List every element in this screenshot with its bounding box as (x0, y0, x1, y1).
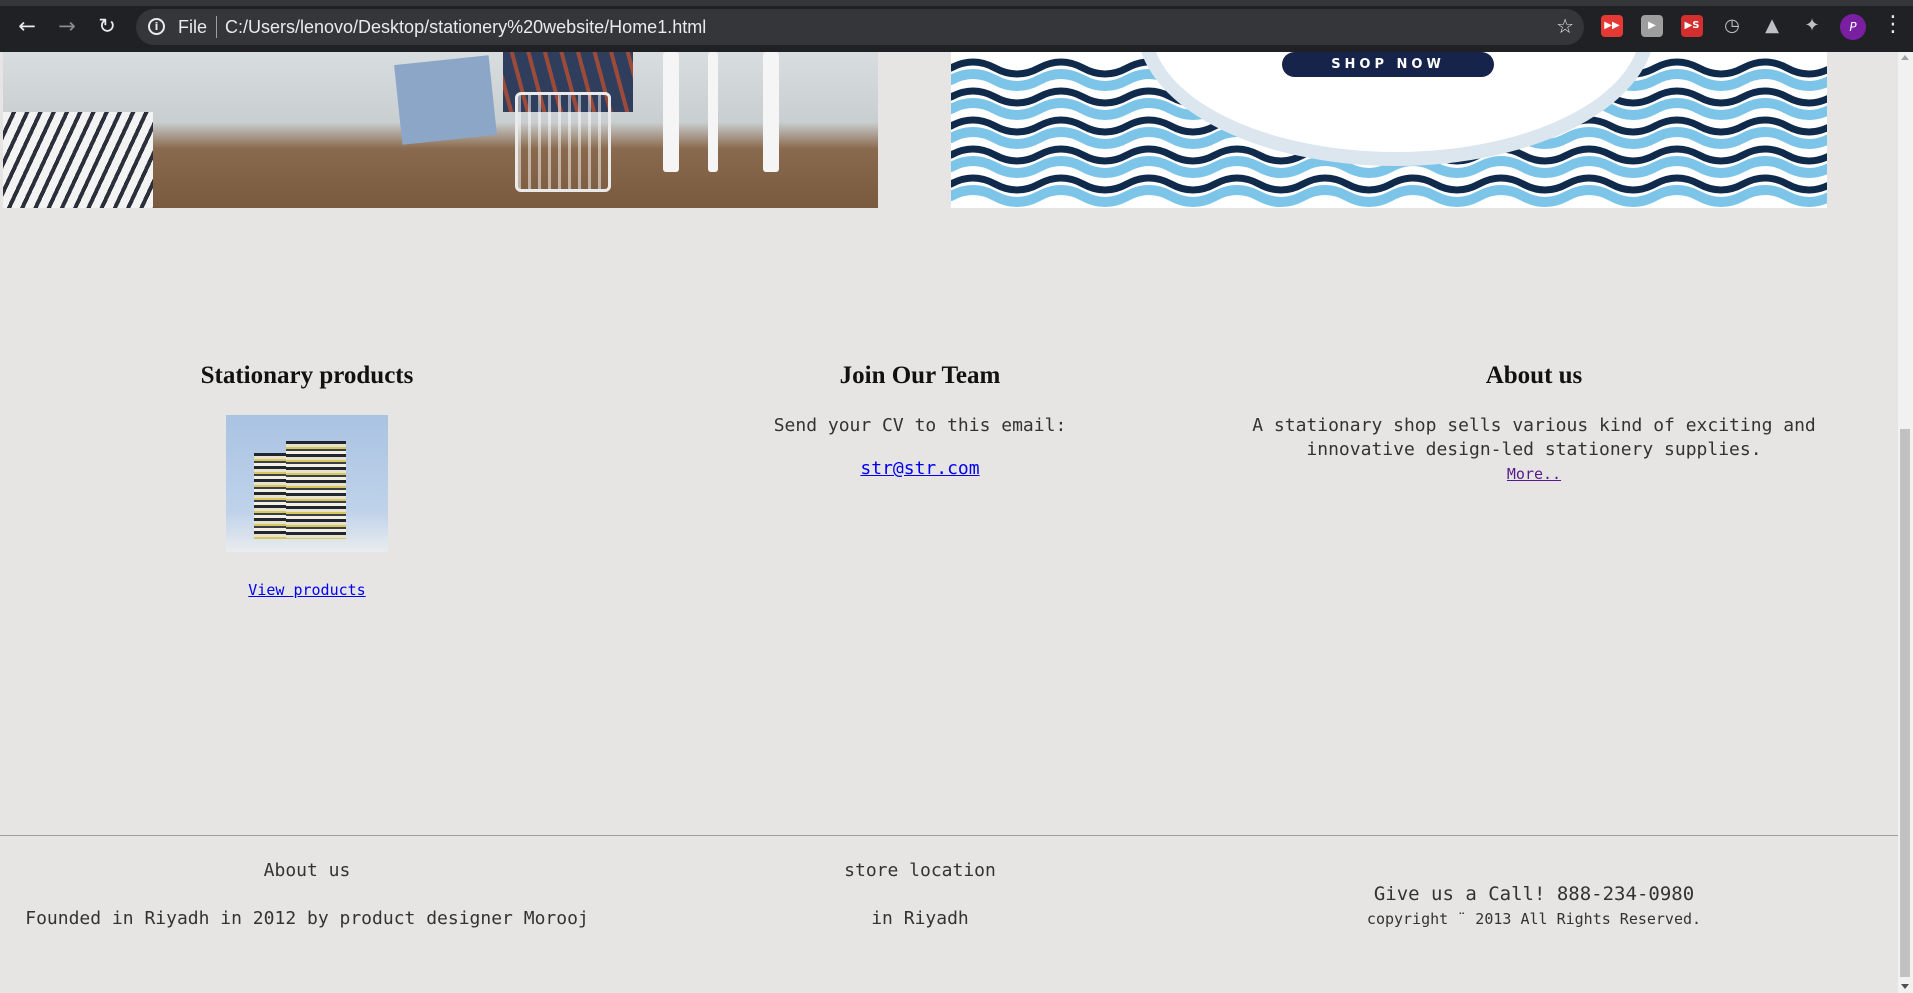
vertical-scrollbar[interactable] (1898, 52, 1913, 993)
more-link[interactable]: More.. (1434, 465, 1634, 483)
footer-about-text: Founded in Riyadh in 2012 by product des… (25, 908, 589, 929)
footer-call: Give us a Call! 888-234-0980 (1373, 883, 1695, 905)
extension-s-icon[interactable]: ▶S (1681, 15, 1703, 37)
notebook-stack (286, 441, 346, 539)
reload-icon[interactable]: ↻ (94, 13, 120, 39)
scroll-up-arrow-icon[interactable] (1901, 55, 1909, 60)
stool-leg (663, 52, 679, 172)
footer-location-text: in Riyadh (871, 908, 969, 929)
page-content: SHOP NOW Stationary products View produc… (0, 52, 1898, 993)
browser-toolbar: ← → ↻ i File C:/Users/lenovo/Desktop/sta… (0, 0, 1913, 52)
tab-strip-edge (0, 0, 1913, 6)
scroll-down-arrow-icon[interactable] (1901, 984, 1909, 989)
url-scheme: File (178, 17, 208, 37)
email-link[interactable]: str@str.com (820, 458, 1020, 479)
footer-copyright: copyright ¨ 2013 All Rights Reserved. (1366, 910, 1702, 928)
team-text: Send your CV to this email: (773, 415, 1067, 436)
about-text-line2: innovative design-led stationery supplie… (1306, 439, 1762, 460)
footer-divider (0, 835, 1898, 836)
view-products-link[interactable]: View products (207, 581, 407, 599)
extension-speed-icon[interactable]: ◷ (1721, 15, 1743, 37)
menu-dots-icon[interactable]: ⋮ (1882, 12, 1904, 37)
stool-leg (708, 52, 718, 172)
about-text-line1: A stationary shop sells various kind of … (1252, 415, 1816, 436)
footer-location-heading: store location (844, 860, 996, 881)
profile-avatar[interactable]: P (1840, 14, 1866, 40)
extension-video-icon[interactable]: ▶ (1641, 15, 1663, 37)
extensions-puzzle-icon[interactable]: ✦ (1801, 15, 1823, 37)
notebook-card (394, 55, 497, 145)
wire-pen-cup (515, 92, 611, 192)
shop-now-button[interactable]: SHOP NOW (1282, 52, 1494, 77)
extension-youtube-icon[interactable]: ▶▶ (1601, 15, 1623, 37)
team-title: Join Our Team (839, 362, 1001, 389)
striped-rug (3, 112, 153, 208)
url-text[interactable]: C:/Users/lenovo/Desktop/stationery%20web… (225, 17, 706, 38)
bookmark-star-icon[interactable]: ☆ (1556, 14, 1574, 38)
about-title: About us (1485, 362, 1583, 389)
product-image-notebooks[interactable] (226, 415, 388, 552)
back-icon[interactable]: ← (14, 13, 40, 39)
site-info-icon[interactable]: i (148, 18, 165, 35)
banner-shop-now[interactable]: SHOP NOW (951, 52, 1827, 208)
stool-leg (763, 52, 779, 172)
products-title: Stationary products (200, 362, 414, 389)
scrollbar-thumb[interactable] (1900, 429, 1910, 977)
url-separator (216, 16, 217, 38)
forward-icon[interactable]: → (54, 13, 80, 39)
footer-about-heading: About us (263, 860, 351, 881)
banner-photo-stationery (3, 52, 878, 208)
extension-drive-icon[interactable]: ▲ (1761, 15, 1783, 37)
address-bar[interactable]: i File C:/Users/lenovo/Desktop/stationer… (136, 9, 1584, 45)
